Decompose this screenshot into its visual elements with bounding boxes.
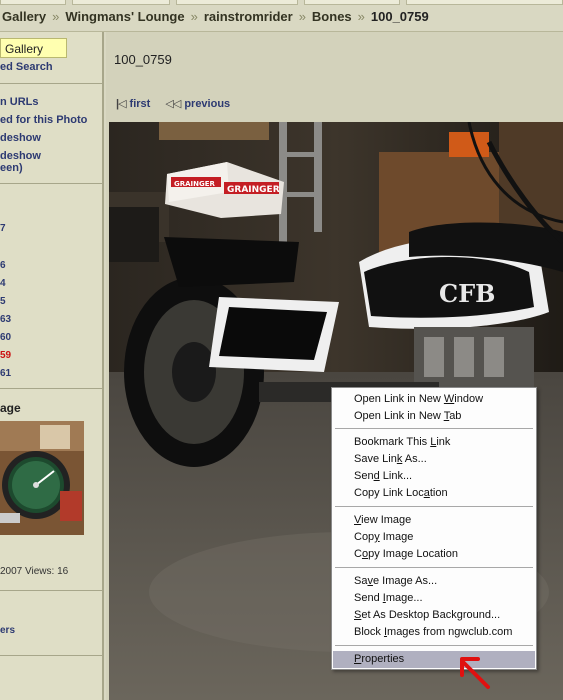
photo-number-link[interactable]: 7 [0,222,6,236]
random-image-thumbnail[interactable] [0,421,84,535]
breadcrumb-user[interactable]: rainstromrider [204,9,293,24]
sidebar: Gallery ed Search n URLs ed for this Pho… [0,32,104,700]
tank-logo: CFB [439,279,495,308]
gallery-button[interactable]: Gallery [0,38,67,58]
advanced-search-link[interactable]: ed Search [0,61,53,74]
menu-copy-image-location[interactable]: Copy Image Location [333,546,535,563]
previous-icon: ◁◁ [165,98,181,110]
breadcrumb-separator: » [52,9,60,24]
menu-send-image[interactable]: Send Image... [333,590,535,607]
previous-link[interactable]: previous [184,98,230,110]
photo-number-link[interactable]: 60 [0,331,11,345]
menu-block-images[interactable]: Block Images from ngwclub.com [333,624,535,641]
breadcrumb-wingmans-lounge[interactable]: Wingmans' Lounge [65,9,184,24]
menu-set-desktop-background[interactable]: Set As Desktop Background... [333,607,535,624]
menu-separator [335,645,533,646]
menu-send-link[interactable]: Send Link... [333,468,535,485]
menu-view-image[interactable]: View Image [333,512,535,529]
menu-separator [335,567,533,568]
menu-save-link-as[interactable]: Save Link As... [333,451,535,468]
breadcrumb-album[interactable]: Bones [312,9,352,24]
box-label-2: GRAINGER [227,185,280,195]
menu-separator [335,428,533,429]
photo-number-link[interactable]: 5 [0,295,6,309]
box-label-1: GRAINGER [174,180,216,188]
first-link[interactable]: first [130,98,151,110]
menu-copy-link-location[interactable]: Copy Link Location [333,485,535,502]
slideshow-fullscreen-link-line2[interactable]: een) [0,162,23,175]
menu-bookmark-link[interactable]: Bookmark This Link [333,434,535,451]
photo-number-link[interactable]: 4 [0,277,6,291]
breadcrumb-separator: » [298,9,306,24]
menu-copy-image[interactable]: Copy Image [333,529,535,546]
random-image-meta: 2007 Views: 16 [0,566,69,577]
context-menu: Open Link in New Window Open Link in New… [331,387,537,670]
menu-properties[interactable]: Properties [333,651,535,668]
menu-separator [335,506,533,507]
photo-navigation: |◁ first ◁◁ previous [116,97,230,110]
menu-open-link-new-tab[interactable]: Open Link in New Tab [333,408,535,425]
breadcrumb-bar: Gallery » Wingmans' Lounge » rainstromrider »… [0,0,563,32]
photo-number-link[interactable]: 61 [0,367,11,381]
breadcrumb: Gallery » Wingmans' Lounge » rainstromrider »… [2,9,429,24]
photo-number-link[interactable]: 6 [0,259,6,273]
menu-save-image-as[interactable]: Save Image As... [333,573,535,590]
breadcrumb-separator: » [357,9,365,24]
photo-number-link[interactable]: 63 [0,313,11,327]
slideshow-link[interactable]: deshow [0,132,41,145]
photo-title: 100_0759 [114,52,172,67]
breadcrumb-gallery[interactable]: Gallery [2,9,46,24]
first-icon: |◁ [116,98,127,110]
photo-feed-link[interactable]: ed for this Photo [0,114,87,127]
random-image-heading: age [0,401,21,415]
tab-row [0,0,563,6]
photo-number-current: 59 [0,350,12,361]
menu-open-link-new-window[interactable]: Open Link in New Window [333,391,535,408]
photo-urls-link[interactable]: n URLs [0,96,39,109]
breadcrumb-separator: » [190,9,198,24]
speedometer-photo-icon [0,421,84,535]
members-link[interactable]: ers [0,624,15,637]
red-arrow-icon [460,657,490,689]
breadcrumb-current: 100_0759 [370,9,429,24]
